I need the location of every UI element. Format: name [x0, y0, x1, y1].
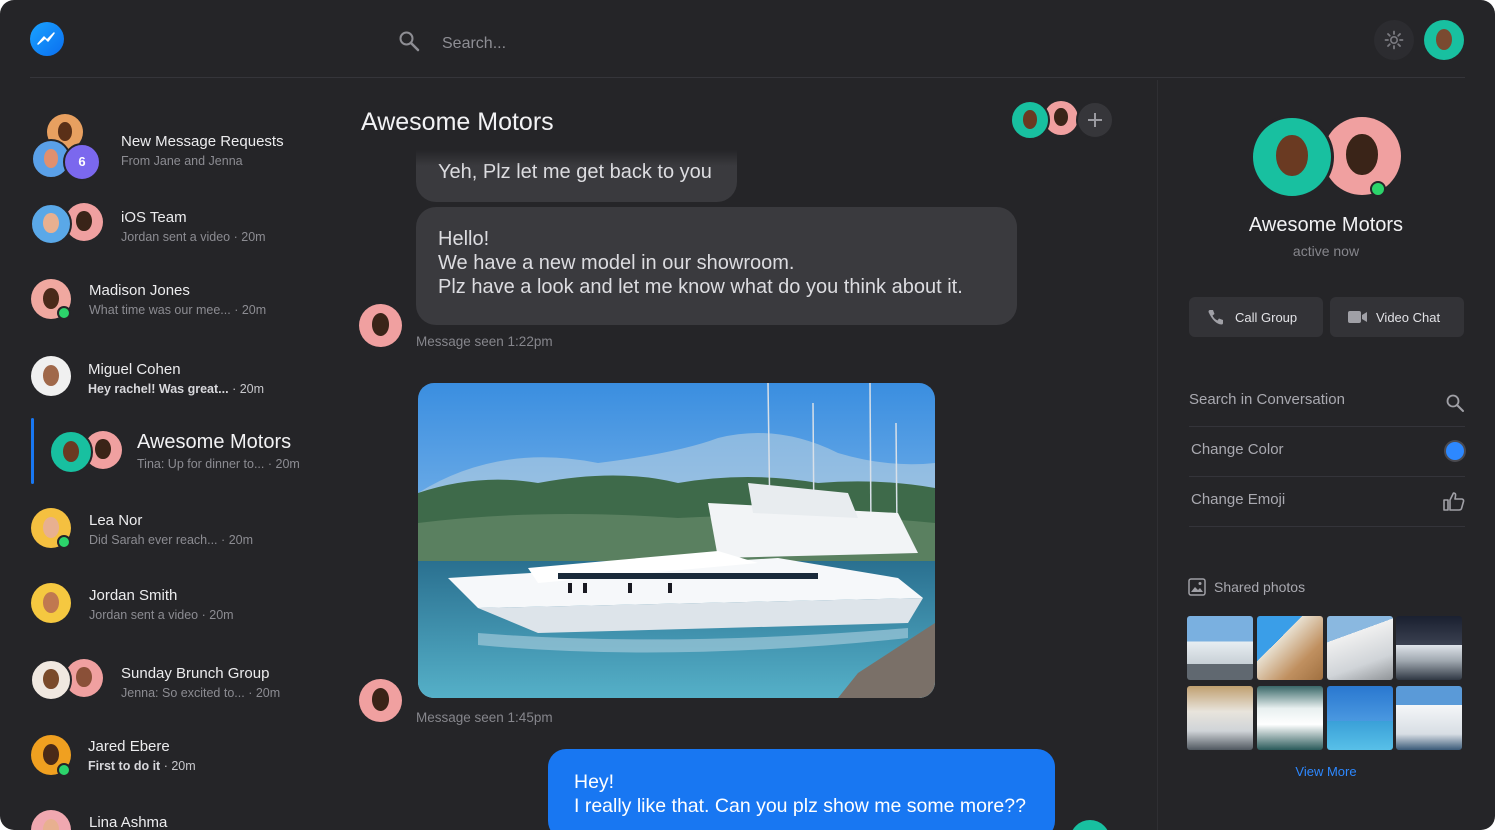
shared-photo-thumbnail[interactable] — [1396, 616, 1462, 680]
conversation-preview: Hey rachel! Was great... · 20m — [88, 382, 265, 396]
conversation-name: Jordan Smith — [89, 587, 178, 604]
conversation-item-lea-nor[interactable]: Lea Nor Did Sarah ever reach... · 20m — [0, 494, 340, 564]
search-icon — [1446, 394, 1464, 412]
avatar — [31, 583, 71, 623]
conversation-name: Sunday Brunch Group — [121, 665, 270, 682]
conversation-item-jordan-smith[interactable]: Jordan Smith Jordan sent a video · 20m — [0, 569, 340, 639]
thumbs-up-icon — [1443, 492, 1465, 511]
scroll-fade — [360, 150, 1120, 166]
shared-photo-thumbnail[interactable] — [1187, 616, 1253, 680]
my-avatar — [1070, 820, 1110, 830]
sender-avatar — [359, 679, 402, 722]
conversation-item-miguel-cohen[interactable]: Miguel Cohen Hey rachel! Was great... · … — [0, 342, 340, 412]
conversation-preview: Did Sarah ever reach... · 20m — [89, 533, 254, 547]
conversation-item-lina-ashma[interactable]: Lina Ashma — [0, 795, 340, 830]
search-input[interactable] — [440, 30, 844, 58]
conversation-preview: Jordan sent a video · 20m — [89, 608, 234, 622]
settings-button[interactable] — [1374, 20, 1414, 60]
conversation-name: New Message Requests — [121, 133, 284, 150]
conversation-name: Madison Jones — [89, 282, 190, 299]
change-emoji-option[interactable]: Change Emoji — [1189, 477, 1465, 527]
avatar — [31, 810, 71, 830]
conversation-name: Lea Nor — [89, 512, 143, 529]
shared-photos-heading: Shared photos — [1188, 577, 1438, 597]
shared-photo-thumbnail[interactable] — [1257, 616, 1323, 680]
view-more-link[interactable]: View More — [1186, 764, 1466, 779]
conversation-preview: What time was our mee... · 20m — [89, 303, 267, 317]
group-avatar — [1250, 115, 1334, 199]
gear-icon — [1384, 30, 1404, 50]
conversation-item-madison-jones[interactable]: Madison Jones What time was our mee... ·… — [0, 263, 340, 333]
video-camera-icon — [1348, 311, 1367, 323]
image-icon — [1188, 578, 1206, 596]
conversation-item-jared-ebere[interactable]: Jared Ebere First to do it · 20m — [0, 720, 340, 790]
shared-photo-thumbnail[interactable] — [1327, 616, 1393, 680]
online-indicator — [57, 763, 71, 777]
details-name: Awesome Motors — [1248, 214, 1404, 236]
shared-photo-thumbnail[interactable] — [1187, 686, 1253, 750]
avatar — [30, 203, 72, 245]
details-status: active now — [1292, 243, 1360, 259]
conversation-item-awesome-motors[interactable]: Awesome Motors Tina: Up for dinner to...… — [0, 418, 340, 488]
group-avatar — [1323, 117, 1401, 195]
messenger-logo-icon[interactable] — [30, 22, 64, 56]
color-swatch — [1446, 442, 1464, 460]
chat-title: Awesome Motors — [361, 108, 554, 136]
conversation-preview: First to do it · 20m — [88, 759, 196, 773]
conversation-name: Lina Ashma — [89, 814, 168, 830]
avatar — [30, 659, 72, 701]
seen-status: Message seen 1:45pm — [416, 710, 553, 725]
search-icon[interactable] — [398, 30, 420, 52]
top-bar — [0, 0, 1495, 80]
yacht-photo — [418, 383, 935, 698]
member-avatar[interactable] — [1010, 100, 1050, 140]
message-bubble: Hello! We have a new model in our showro… — [416, 207, 1017, 325]
conversation-name: Miguel Cohen — [88, 361, 181, 378]
conversation-item-sunday-brunch-group[interactable]: Sunday Brunch Group Jenna: So excited to… — [0, 645, 340, 715]
conversation-name: Jared Ebere — [88, 738, 170, 755]
request-count-badge: 6 — [63, 143, 101, 181]
change-color-option[interactable]: Change Color — [1189, 427, 1465, 477]
sender-avatar — [359, 304, 402, 347]
online-indicator — [57, 535, 71, 549]
panel-divider — [1157, 80, 1158, 830]
phone-icon — [1208, 310, 1223, 325]
header-divider — [30, 77, 1465, 78]
conversation-item-ios-team[interactable]: iOS Team Jordan sent a video · 20m — [0, 187, 340, 257]
plus-icon — [1088, 113, 1102, 127]
shared-photo-message[interactable] — [418, 383, 935, 698]
shared-photo-thumbnail[interactable] — [1257, 686, 1323, 750]
conversation-name: iOS Team — [121, 209, 187, 226]
conversation-preview: From Jane and Jenna — [121, 154, 243, 168]
add-member-button[interactable] — [1076, 101, 1114, 139]
conversation-preview: Tina: Up for dinner to... · 20m — [137, 457, 300, 471]
avatar — [31, 356, 71, 396]
conversation-name: Awesome Motors — [137, 431, 292, 453]
conversation-preview: Jordan sent a video · 20m — [121, 230, 266, 244]
video-chat-button[interactable]: Video Chat — [1330, 297, 1464, 337]
avatar — [49, 430, 93, 474]
search-in-conversation-option[interactable]: Search in Conversation — [1189, 377, 1465, 427]
online-indicator — [1370, 181, 1386, 197]
message-text: Hello! We have a new model in our showro… — [438, 228, 963, 298]
conversation-preview: Jenna: So excited to... · 20m — [121, 686, 281, 700]
my-message-bubble: Hey! I really like that. Can you plz sho… — [548, 749, 1055, 830]
message-text: Hey! I really like that. Can you plz sho… — [574, 771, 1026, 817]
conversation-item-message-requests[interactable]: 6 New Message Requests From Jane and Jen… — [0, 110, 340, 181]
online-indicator — [57, 306, 71, 320]
shared-photo-thumbnail[interactable] — [1327, 686, 1393, 750]
shared-photo-thumbnail[interactable] — [1396, 686, 1462, 750]
messenger-window: 6 New Message Requests From Jane and Jen… — [0, 0, 1495, 830]
seen-status: Message seen 1:22pm — [416, 334, 553, 349]
call-group-button[interactable]: Call Group — [1189, 297, 1323, 337]
user-avatar[interactable] — [1424, 20, 1464, 60]
